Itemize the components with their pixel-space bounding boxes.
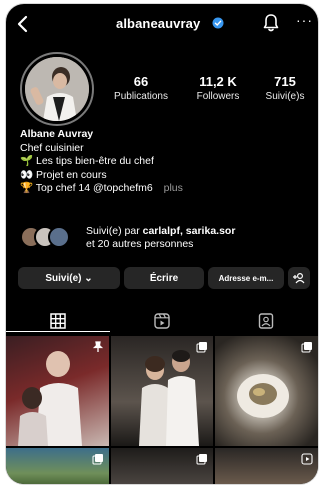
profile-name: Albane Auvray	[20, 128, 94, 140]
publications-label: Publications	[114, 91, 168, 102]
reel-icon	[301, 453, 313, 465]
post-thumbnail[interactable]	[111, 336, 213, 446]
tab-reels[interactable]	[110, 308, 214, 334]
tagged-person-icon	[258, 313, 274, 329]
multiple-images-icon	[196, 342, 207, 353]
stat-followers[interactable]: 11,2 K Followers	[185, 74, 251, 102]
top-bar: albaneauvray ···	[6, 4, 318, 44]
stat-publications[interactable]: 66 Publications	[109, 74, 173, 102]
profile-tabs	[6, 304, 318, 334]
add-person-button[interactable]	[288, 267, 310, 289]
post-thumbnail[interactable]	[215, 336, 318, 446]
followers-count: 11,2 K	[199, 74, 237, 89]
post-thumbnail[interactable]	[6, 336, 109, 446]
multiple-images-icon	[196, 454, 207, 465]
reels-icon	[154, 313, 170, 329]
multiple-images-icon	[92, 454, 103, 465]
bio-line-topchef: 🏆 Top chef 14 @topchefm6 plus	[20, 182, 310, 196]
phone-screen: albaneauvray ··· 66 Publications 11,2 K …	[6, 4, 318, 484]
stat-following[interactable]: 715 Suivi(e)s	[258, 74, 312, 102]
pinned-icon	[92, 341, 104, 352]
profile-username: albaneauvray	[116, 16, 201, 31]
post-thumbnail[interactable]	[215, 448, 318, 484]
tab-tagged[interactable]	[214, 308, 318, 334]
bio-line-project: 👀 Projet en cours	[20, 168, 107, 181]
profile-avatar[interactable]	[20, 52, 94, 126]
grid-icon	[50, 313, 66, 329]
verified-badge-icon	[212, 17, 224, 29]
followed-by-suffix: et 20 autres personnes	[86, 238, 194, 250]
following-count: 715	[274, 74, 296, 89]
multiple-images-icon	[301, 342, 312, 353]
followed-by-text: Suivi(e) par carlalpf, sarika.sor et 20 …	[86, 225, 235, 251]
message-button[interactable]: Écrire	[124, 267, 204, 289]
bell-icon[interactable]	[262, 13, 280, 33]
followed-by-section[interactable]: Suivi(e) par carlalpf, sarika.sor et 20 …	[20, 222, 310, 254]
publications-count: 66	[133, 74, 149, 89]
post-thumbnail[interactable]	[111, 448, 213, 484]
bio-more-link[interactable]: plus	[164, 182, 183, 194]
active-tab-indicator	[6, 331, 110, 332]
following-button[interactable]: Suivi(e) ⌄	[18, 267, 120, 289]
profile-category: Chef cuisinier	[20, 141, 84, 154]
posts-grid	[6, 336, 318, 484]
post-thumbnail[interactable]	[6, 448, 109, 484]
profile-bio: Albane Auvray Chef cuisinier 🌱 Les tips …	[20, 128, 310, 196]
bio-line-tips: 🌱 Les tips bien-être du chef	[20, 155, 154, 167]
follower-avatar	[48, 226, 70, 248]
avatar-photo	[25, 57, 89, 121]
add-person-icon	[293, 272, 305, 284]
followed-by-names: carlalpf, sarika.sor	[142, 225, 236, 237]
chevron-left-icon[interactable]	[14, 14, 32, 34]
more-icon[interactable]: ···	[296, 12, 313, 28]
followers-label: Followers	[196, 91, 240, 102]
following-label: Suivi(e)s	[265, 91, 305, 102]
bio-topchef-text[interactable]: 🏆 Top chef 14 @topchefm6	[20, 182, 153, 194]
followed-by-prefix: Suivi(e) par	[86, 225, 143, 237]
email-address-button[interactable]: Adresse e-m...	[208, 267, 284, 289]
